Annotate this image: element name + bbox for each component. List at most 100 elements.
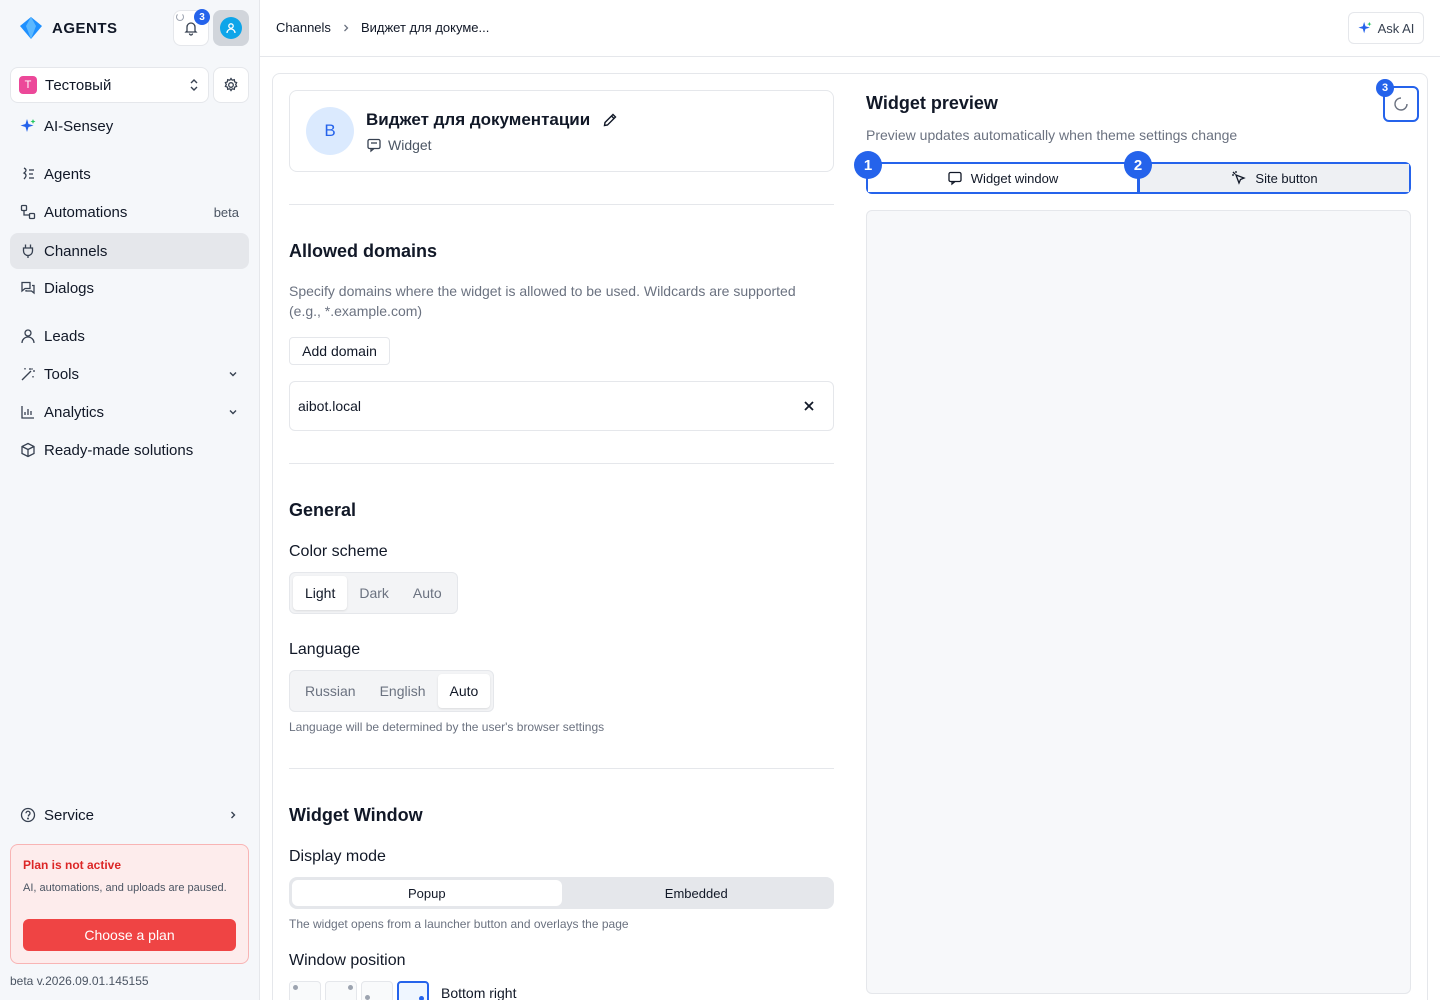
sidebar-item-label: Leads	[44, 327, 85, 345]
app-version: beta v.2026.09.01.145155	[10, 974, 149, 988]
channel-type: Widget	[366, 137, 432, 153]
ask-ai-button[interactable]: Ask AI	[1348, 12, 1424, 44]
sidebar-item-tools[interactable]: Tools	[10, 356, 249, 392]
general-title: General	[289, 500, 357, 520]
position-dot	[293, 985, 298, 990]
position-dot	[419, 996, 424, 1000]
sidebar-item-agents[interactable]: Agents	[10, 156, 249, 192]
plug-icon	[20, 243, 36, 259]
chat-bubble-icon	[367, 138, 381, 153]
widget-preview-canvas	[866, 210, 1411, 994]
sidebar-item-label: Analytics	[44, 403, 105, 421]
user-menu-button[interactable]	[213, 10, 249, 46]
chevron-down-icon	[229, 372, 237, 377]
domain-row: aibot.local	[289, 381, 834, 431]
chevron-up-down-icon	[190, 79, 198, 91]
color-scheme-option-light[interactable]: Light	[293, 576, 348, 610]
window-position-label: Window position	[289, 952, 406, 969]
sidebar-item-automations[interactable]: Automations beta	[10, 194, 249, 230]
display-mode-hint: The widget opens from a launcher button …	[289, 917, 629, 931]
user-avatar-icon	[226, 23, 236, 34]
add-domain-button[interactable]: Add domain	[289, 337, 390, 365]
language-option-russian[interactable]: Russian	[293, 674, 368, 708]
sidebar-item-leads[interactable]: Leads	[10, 318, 249, 354]
workspace-settings-button[interactable]	[213, 67, 249, 103]
sidebar-item-label: Service	[44, 806, 95, 824]
sidebar-item-label: Tools	[44, 365, 80, 383]
breadcrumb-item-channels[interactable]: Channels	[276, 20, 331, 35]
position-dot	[348, 985, 353, 990]
language-option-auto[interactable]: Auto	[437, 674, 491, 708]
tab-label: Widget window	[970, 170, 1059, 186]
sparkle-icon	[20, 118, 36, 134]
logo-icon	[20, 17, 42, 39]
domain-value: aibot.local	[298, 398, 362, 414]
allowed-domains-description: Specify domains where the widget is allo…	[289, 283, 796, 319]
beta-badge: beta	[213, 204, 239, 220]
divider	[289, 463, 834, 464]
position-option-bottom-left[interactable]	[361, 981, 393, 1000]
chart-icon	[20, 404, 36, 420]
position-option-top-left[interactable]	[289, 981, 321, 1000]
position-option-bottom-right[interactable]	[397, 981, 429, 1000]
language-option-english[interactable]: English	[368, 674, 438, 708]
avatar	[220, 17, 242, 39]
sidebar-item-label: Dialogs	[44, 279, 95, 297]
sidebar-item-label: Agents	[44, 165, 91, 183]
annotation-marker: 3	[1376, 79, 1394, 97]
workspace-select[interactable]: T Тестовый	[10, 67, 209, 103]
sidebar-item-ready-made-solutions[interactable]: Ready-made solutions	[10, 432, 249, 468]
breadcrumb-item-current: Виджет для докуме...	[360, 20, 490, 35]
position-selected-label: Bottom right	[441, 985, 517, 1000]
automation-icon	[20, 204, 36, 220]
widget-preview-title: Widget preview	[866, 93, 998, 113]
color-scheme-option-dark[interactable]: Dark	[347, 576, 401, 610]
channel-name: Виджет для документации	[366, 110, 591, 129]
pencil-icon[interactable]	[602, 112, 618, 128]
plan-alert-description: AI, automations, and uploads are paused.	[23, 882, 227, 894]
annotation-marker: 2	[1124, 151, 1152, 179]
position-option-top-right[interactable]	[325, 981, 357, 1000]
sidebar-item-label: AI-Sensey	[44, 117, 114, 135]
sidebar-item-dialogs[interactable]: Dialogs	[10, 270, 249, 306]
sidebar-item-label: Ready-made solutions	[44, 441, 194, 459]
workspace-badge: T	[19, 76, 37, 94]
tab-widget-window[interactable]: Widget window	[868, 164, 1140, 192]
chevron-right-icon	[231, 811, 236, 819]
channel-name-row: Виджет для документации	[366, 110, 618, 130]
agent-icon	[20, 166, 36, 182]
widget-window-title: Widget Window	[289, 805, 423, 825]
sidebar-item-label: Automations	[44, 203, 128, 221]
language-label: Language	[289, 641, 361, 658]
display-mode-toggle: Popup Embedded	[289, 877, 834, 909]
display-mode-option-popup[interactable]: Popup	[292, 880, 562, 906]
tab-site-button[interactable]: Site button	[1140, 164, 1409, 192]
sidebar-item-ai-sensey[interactable]: AI-Sensey	[10, 108, 249, 144]
channel-card: В Виджет для документации Widget	[289, 90, 834, 172]
divider	[289, 768, 834, 769]
channel-type-label: Widget	[388, 137, 432, 153]
logo[interactable]: AGENTS	[18, 14, 118, 42]
plan-alert-title: Plan is not active	[23, 858, 122, 872]
tab-label: Site button	[1255, 170, 1318, 186]
position-dot	[365, 995, 370, 1000]
sidebar-item-analytics[interactable]: Analytics	[10, 394, 249, 430]
chat-bubble-icon	[948, 171, 962, 186]
sidebar-item-label: Channels	[44, 242, 108, 260]
notification-count-badge: 3	[194, 9, 210, 25]
notifications-button[interactable]: 3	[173, 9, 210, 46]
color-scheme-label: Color scheme	[289, 543, 388, 560]
channel-avatar: В	[306, 107, 354, 155]
remove-domain-button[interactable]	[793, 390, 825, 422]
sidebar-item-service[interactable]: Service	[10, 797, 249, 833]
sidebar-item-channels[interactable]: Channels	[10, 233, 249, 269]
logo-text: AGENTS	[52, 19, 118, 37]
color-scheme-toggle: Light Dark Auto	[289, 572, 458, 614]
chevron-down-icon	[229, 410, 237, 415]
color-scheme-option-auto[interactable]: Auto	[401, 576, 454, 610]
annotation-marker: 1	[854, 151, 882, 179]
display-mode-option-embedded[interactable]: Embedded	[562, 880, 832, 906]
close-icon	[804, 401, 814, 411]
sparkle-icon	[1358, 21, 1372, 34]
choose-plan-button[interactable]: Choose a plan	[23, 919, 236, 951]
